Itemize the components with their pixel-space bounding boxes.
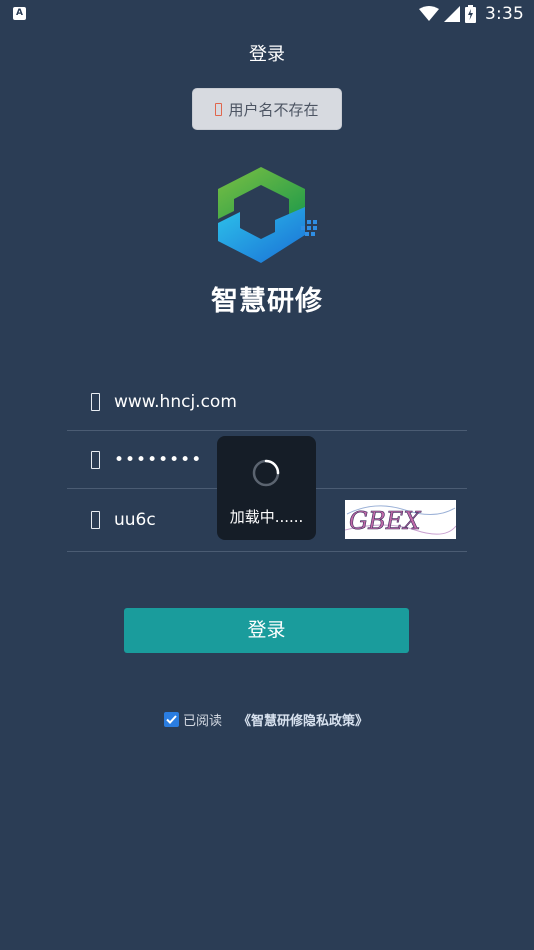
login-button[interactable]: 登录 xyxy=(124,608,409,653)
captcha-char-1: GBEX xyxy=(349,507,421,535)
agree-label: 已阅读 xyxy=(183,713,223,729)
privacy-policy-link[interactable]: 《智慧研修隐私政策》 xyxy=(238,710,368,729)
spinner-icon xyxy=(252,459,280,487)
login-screen: A 3:35 登录 用户名不存在 智慧研修 www.hncj.com •••••… xyxy=(0,0,534,950)
signal-icon xyxy=(444,6,461,22)
battery-charging-icon xyxy=(465,5,477,23)
shield-icon xyxy=(91,511,100,529)
status-bar: A 3:35 xyxy=(0,0,534,28)
page-title: 登录 xyxy=(249,44,285,65)
error-toast: 用户名不存在 xyxy=(192,88,342,130)
privacy-agreement: 已阅读 《智慧研修隐私政策》 xyxy=(164,710,368,729)
captcha-image[interactable]: GBEX xyxy=(345,500,456,539)
notification-icon: A xyxy=(13,7,26,20)
checkmark-icon xyxy=(166,714,177,724)
loading-text: 加载中...... xyxy=(229,508,304,526)
username-input[interactable]: www.hncj.com xyxy=(114,392,237,412)
captcha-input[interactable]: uu6c xyxy=(114,510,156,530)
error-icon xyxy=(215,102,223,116)
clock: 3:35 xyxy=(485,4,524,24)
wifi-icon xyxy=(419,6,440,21)
password-input[interactable]: •••••••• xyxy=(114,450,202,470)
error-message: 用户名不存在 xyxy=(228,100,319,119)
username-field[interactable]: www.hncj.com xyxy=(67,374,467,431)
agree-checkbox[interactable] xyxy=(164,711,179,727)
app-name: 智慧研修 xyxy=(211,286,323,317)
loading-dialog: 加载中...... xyxy=(217,436,316,540)
app-logo xyxy=(218,167,317,263)
user-icon xyxy=(91,393,100,411)
status-icons: 3:35 xyxy=(419,4,524,24)
lock-icon xyxy=(91,450,100,469)
